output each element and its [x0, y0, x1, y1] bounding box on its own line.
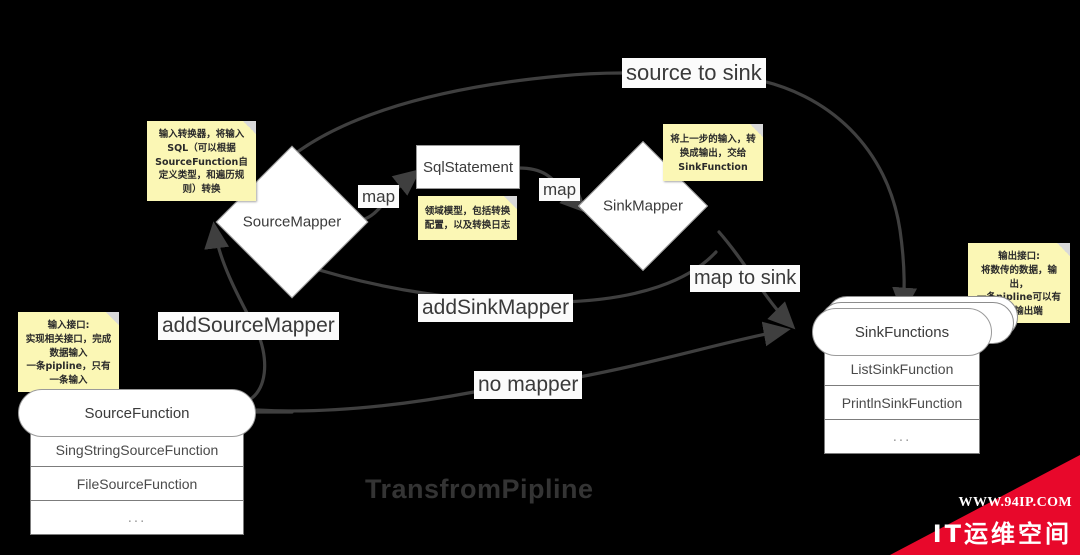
- node-sink-functions[interactable]: SinkFunctions ListSinkFunction PrintlnSi…: [812, 308, 992, 454]
- edge-label-map-left: map: [358, 185, 400, 209]
- node-source-function[interactable]: SourceFunction SingStringSourceFunction …: [18, 389, 256, 535]
- note-sql-statement: 领域模型，包括转换 配置，以及转换日志: [418, 196, 517, 240]
- edge-label-map-right: map: [539, 178, 581, 202]
- source-function-header: SourceFunction: [18, 389, 256, 437]
- note-source-mapper-text: 输入转换器，将输入 SQL（可以根据 SourceFunction自 定义类型，…: [155, 129, 248, 196]
- edge-label-text: addSourceMapper: [162, 314, 335, 337]
- edge-no-mapper-2: [572, 321, 791, 380]
- edge-label-add-sink-mapper: addSinkMapper: [418, 294, 574, 323]
- node-sql-statement[interactable]: SqlStatement: [416, 145, 520, 189]
- note-source-mapper: 输入转换器，将输入 SQL（可以根据 SourceFunction自 定义类型，…: [147, 121, 256, 201]
- source-mapper-label: SourceMapper: [242, 213, 342, 231]
- note-fold-icon: [243, 121, 256, 134]
- edge-label-text: map: [543, 180, 577, 199]
- note-sql-statement-text: 领域模型，包括转换 配置，以及转换日志: [424, 206, 511, 231]
- note-fold-icon: [504, 196, 517, 209]
- sink-functions-row: PrintlnSinkFunction: [824, 386, 980, 420]
- note-source-input-text: 输入接口: 实现相关接口，完成 数据输入 一条pipline，只有 一条输入: [25, 320, 112, 387]
- note-fold-icon: [750, 124, 763, 137]
- watermark-brand: IT运维空间: [932, 520, 1072, 548]
- watermark: WWW.94IP.COM IT运维空间: [890, 455, 1080, 555]
- source-function-row: ...: [30, 501, 244, 535]
- edge-label-text: no mapper: [478, 373, 579, 396]
- sql-statement-label: SqlStatement: [422, 158, 514, 176]
- edge-label-map-to-sink: map to sink: [690, 265, 801, 292]
- edge-label-source-to-sink: source to sink: [622, 58, 766, 88]
- note-fold-icon: [106, 312, 119, 325]
- note-sink-mapper: 将上一步的输入，转 换成输出，交给 SinkFunction: [663, 124, 763, 181]
- note-source-input: 输入接口: 实现相关接口，完成 数据输入 一条pipline，只有 一条输入: [18, 312, 119, 392]
- sink-mapper-label: SinkMapper: [602, 197, 684, 215]
- sink-functions-header: SinkFunctions: [812, 308, 992, 356]
- edge-label-no-mapper: no mapper: [474, 371, 583, 400]
- note-fold-icon: [1057, 243, 1070, 256]
- page-title-text: TransfromPipline: [365, 474, 594, 504]
- sink-functions-row: ListSinkFunction: [824, 352, 980, 386]
- edge-label-text: source to sink: [626, 60, 762, 85]
- source-function-row: FileSourceFunction: [30, 467, 244, 501]
- edge-label-text: map to sink: [694, 267, 797, 289]
- edge-label-text: addSinkMapper: [422, 296, 570, 319]
- edge-label-add-source-mapper: addSourceMapper: [158, 312, 339, 341]
- note-sink-mapper-text: 将上一步的输入，转 换成输出，交给 SinkFunction: [670, 134, 756, 173]
- page-title: TransfromPipline: [365, 474, 594, 505]
- sink-functions-row: ...: [824, 420, 980, 454]
- diagram-canvas: SourceFunction SingStringSourceFunction …: [0, 0, 1080, 555]
- edge-no-mapper: [255, 390, 476, 413]
- source-function-row: SingStringSourceFunction: [30, 433, 244, 467]
- watermark-url: WWW.94IP.COM: [958, 495, 1072, 510]
- edge-label-text: map: [362, 187, 396, 206]
